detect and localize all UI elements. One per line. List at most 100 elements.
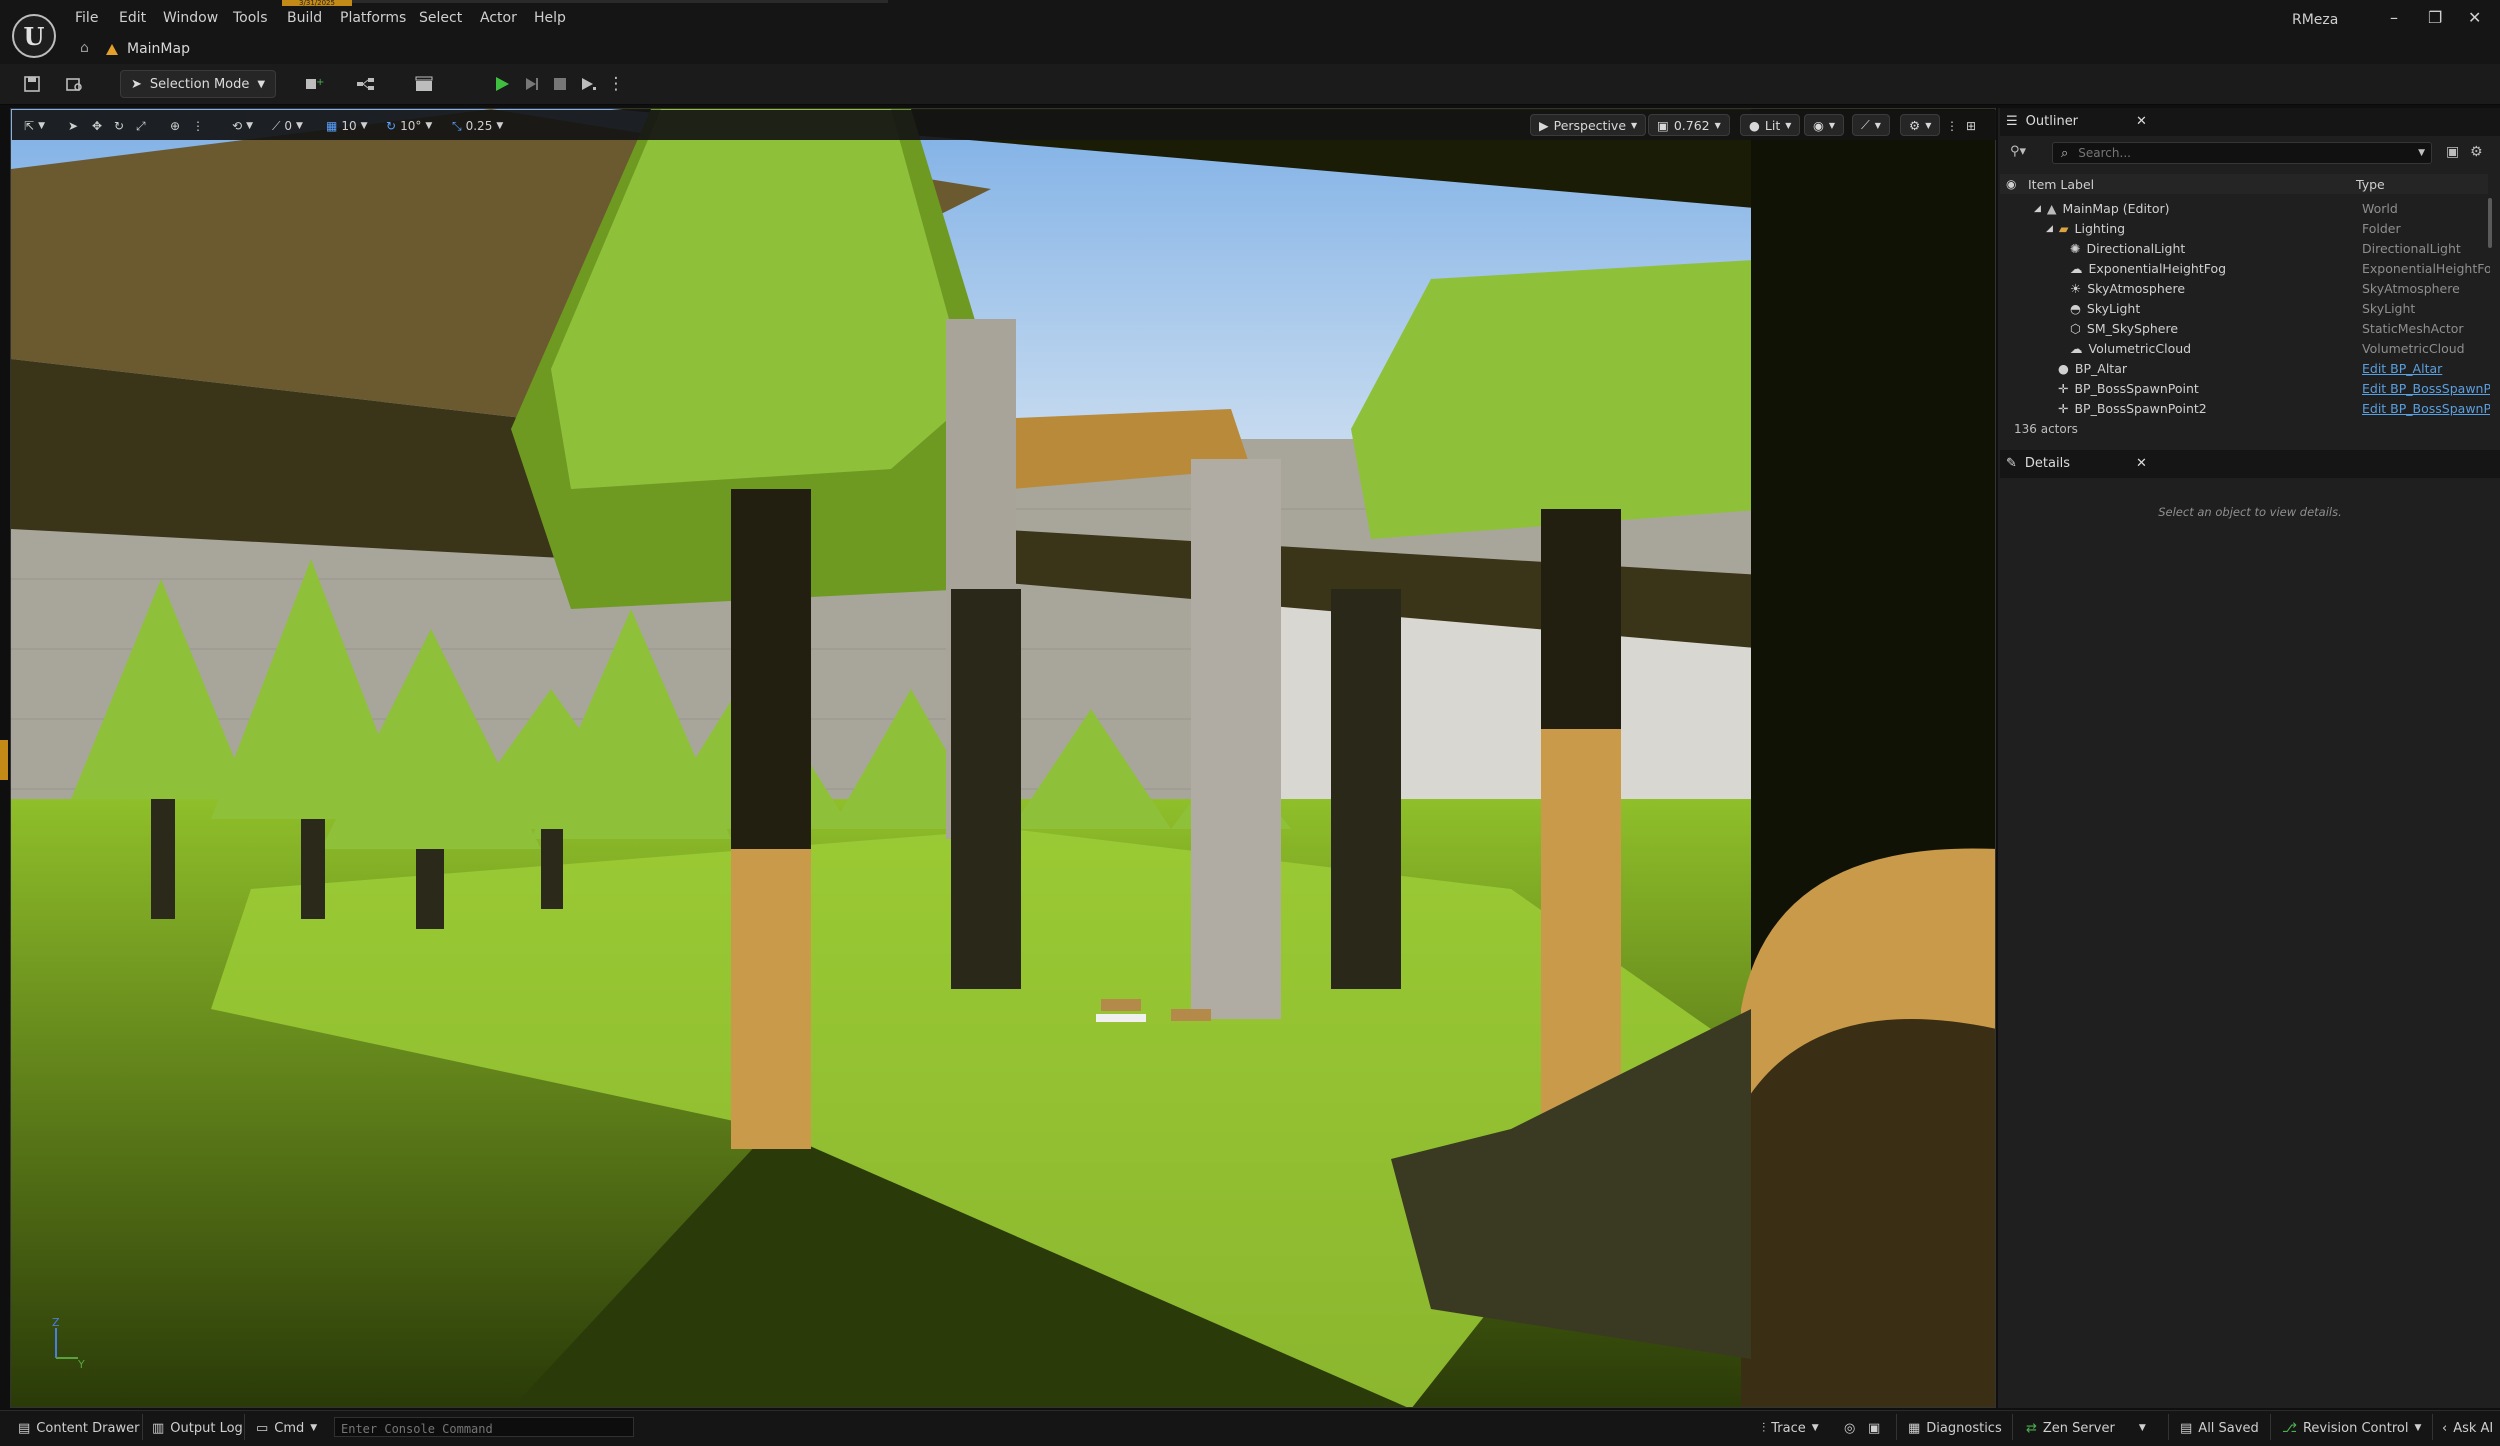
- outliner-settings-icon[interactable]: ⚙: [2470, 144, 2483, 160]
- step-icon[interactable]: [520, 72, 544, 96]
- world-space-icon[interactable]: ⊕: [170, 116, 180, 136]
- tab-details[interactable]: ✎ Details: [2006, 450, 2070, 476]
- more-options-icon[interactable]: ⋮: [604, 72, 628, 96]
- viewport-more-icon[interactable]: ⋮: [192, 116, 204, 136]
- save-status[interactable]: ▤ All Saved: [2180, 1418, 2259, 1438]
- outliner-row[interactable]: ✛ BP_BossSpawnPoint2 Edit BP_BossSpawnPoi…: [2000, 399, 2490, 419]
- console-command-field[interactable]: [334, 1417, 634, 1437]
- zen-server-dropdown[interactable]: ⇄ Zen Server ▼: [2026, 1418, 2146, 1438]
- axis-z-label: Z: [52, 1318, 60, 1329]
- tab-mainmap[interactable]: MainMap: [105, 36, 190, 62]
- edit-blueprint-link[interactable]: Edit BP_BossSpawnPoint: [2362, 401, 2490, 416]
- record-icon[interactable]: ◎: [1844, 1418, 1855, 1438]
- edit-blueprint-link[interactable]: Edit BP_Altar: [2362, 361, 2490, 376]
- blueprint-icon[interactable]: [354, 72, 378, 96]
- outliner-row[interactable]: ✺ DirectionalLight DirectionalLight: [2000, 239, 2488, 259]
- menu-help[interactable]: Help: [534, 10, 566, 26]
- menu-tools[interactable]: Tools: [233, 10, 268, 26]
- menu-actor[interactable]: Actor: [480, 10, 517, 26]
- menu-edit[interactable]: Edit: [119, 10, 146, 26]
- diagnostics-button[interactable]: ▦ Diagnostics: [1908, 1418, 2002, 1438]
- outliner-row[interactable]: ✛ BP_BossSpawnPoint Edit BP_BossSpawnPoin…: [2000, 379, 2490, 399]
- col-type[interactable]: Type: [2356, 177, 2385, 192]
- realtime-icon: ⟋: [1861, 117, 1870, 132]
- outliner-row[interactable]: ◓ SkyLight SkyLight: [2000, 299, 2488, 319]
- outliner-row[interactable]: ☁ VolumetricCloud VolumetricCloud: [2000, 339, 2488, 359]
- save-icon[interactable]: [20, 72, 44, 96]
- home-icon[interactable]: ⌂: [80, 40, 96, 56]
- rotation-snap-icon: ↻: [386, 119, 397, 133]
- content-browse-icon[interactable]: [62, 72, 86, 96]
- ask-ai-button[interactable]: ‹ Ask AI: [2442, 1418, 2493, 1438]
- add-actor-icon[interactable]: +: [302, 72, 326, 96]
- rotation-snap-toggle[interactable]: ↻ 10° ▼: [386, 116, 432, 136]
- layout-icon[interactable]: ⊞: [1966, 116, 1976, 136]
- filter-icon[interactable]: ⚲▾: [2010, 144, 2026, 159]
- transform-tools-dropdown[interactable]: ⇱ ▼: [24, 116, 45, 136]
- chevron-left-icon: ‹: [2442, 1420, 2448, 1436]
- menu-platforms[interactable]: Platforms: [340, 10, 406, 26]
- outliner-search-input[interactable]: [2076, 145, 2401, 161]
- col-item-label[interactable]: Item Label: [2028, 177, 2094, 192]
- menu-window[interactable]: Window: [163, 10, 218, 26]
- restore-button[interactable]: ❐: [2428, 8, 2442, 27]
- menu-select[interactable]: Select: [419, 10, 462, 26]
- user-name[interactable]: RMeza: [2292, 12, 2338, 28]
- show-flags-dropdown[interactable]: ◉ ▼: [1804, 114, 1845, 136]
- collapse-arrow-icon[interactable]: ◢: [2034, 204, 2041, 214]
- edit-blueprint-link[interactable]: Edit BP_BossSpawnPoint: [2362, 381, 2490, 396]
- outliner-close-icon[interactable]: ✕: [2136, 108, 2147, 134]
- output-log-button[interactable]: ▥ Output Log: [152, 1418, 243, 1438]
- unreal-logo-icon[interactable]: U: [12, 14, 56, 58]
- outliner-row[interactable]: ◢ ▲ MainMap (Editor) World: [2000, 199, 2488, 219]
- scene-render[interactable]: [11, 109, 1996, 1408]
- menu-file[interactable]: File: [75, 10, 98, 26]
- play-icon[interactable]: [490, 72, 514, 96]
- realtime-dropdown[interactable]: ⟋ ▼: [1852, 114, 1890, 136]
- actor-icon: ●: [2058, 361, 2069, 376]
- content-drawer-button[interactable]: ▤ Content Drawer: [18, 1418, 139, 1438]
- collapse-arrow-icon[interactable]: ◢: [2046, 224, 2053, 234]
- scale-snap-toggle[interactable]: ⤡ 0.25 ▼: [452, 116, 503, 136]
- outliner-icon: ☰: [2006, 113, 2018, 129]
- rotate-tool-icon[interactable]: ↻: [114, 116, 124, 136]
- outliner-row[interactable]: ⬡ SM_SkySphere StaticMeshActor: [2000, 319, 2488, 339]
- minimize-button[interactable]: –: [2390, 8, 2398, 27]
- translate-tool-icon[interactable]: ✥: [92, 116, 102, 136]
- tab-outliner[interactable]: ☰ Outliner: [2006, 108, 2078, 134]
- camera-speed-value: 0.762: [1673, 117, 1710, 133]
- level-viewport[interactable]: [10, 108, 1996, 1408]
- angle-snap-toggle[interactable]: ⟋ 0 ▼: [272, 116, 303, 136]
- selection-mode-dropdown[interactable]: ➤ Selection Mode ▼: [120, 70, 277, 98]
- scale-tool-icon[interactable]: ⤢: [136, 116, 146, 136]
- perspective-dropdown[interactable]: ▶ Perspective ▼: [1530, 114, 1647, 136]
- outliner-row[interactable]: ● BP_Altar Edit BP_Altar: [2000, 359, 2488, 379]
- row-label: SkyAtmosphere: [2087, 281, 2186, 296]
- launch-icon[interactable]: [576, 72, 600, 96]
- outliner-scrollbar[interactable]: [2488, 198, 2492, 248]
- select-tool-icon[interactable]: ➤: [68, 116, 78, 136]
- surface-snap-icon[interactable]: ⟲ ▼: [232, 116, 253, 136]
- view-mode-dropdown[interactable]: ● Lit ▼: [1740, 114, 1801, 136]
- stop-icon[interactable]: [548, 72, 572, 96]
- camera-speed-dropdown[interactable]: ▣ 0.762 ▼: [1648, 114, 1730, 136]
- viewport-options-icon[interactable]: ⋮: [1946, 116, 1958, 136]
- visibility-eye-icon[interactable]: ◉: [2006, 177, 2016, 191]
- details-close-icon[interactable]: ✕: [2136, 450, 2147, 476]
- outliner-row[interactable]: ☁ ExponentialHeightFog ExponentialHeightF…: [2000, 259, 2490, 279]
- console-command-input[interactable]: [335, 1421, 633, 1437]
- cinematics-icon[interactable]: [412, 72, 436, 96]
- screenshot-icon[interactable]: ▣: [1868, 1418, 1880, 1438]
- camera-icon: ▶: [1539, 117, 1549, 133]
- outliner-row[interactable]: ◢ ▰ Lighting Folder: [2000, 219, 2488, 239]
- outliner-row[interactable]: ☀ SkyAtmosphere SkyAtmosphere: [2000, 279, 2488, 299]
- revision-control-dropdown[interactable]: ⎇ Revision Control ▼: [2282, 1418, 2421, 1438]
- add-folder-icon[interactable]: ▣: [2446, 144, 2459, 160]
- grid-snap-toggle[interactable]: ▦ 10 ▼: [326, 116, 368, 136]
- menu-build[interactable]: Build: [287, 10, 322, 26]
- outliner-search[interactable]: ⌕ ▼: [2052, 142, 2432, 164]
- close-button[interactable]: ✕: [2468, 8, 2481, 27]
- trace-dropdown[interactable]: ⫶ Trace ▼: [1762, 1418, 1819, 1438]
- cmd-dropdown[interactable]: ▭ Cmd ▼: [256, 1418, 317, 1438]
- viewport-settings-dropdown[interactable]: ⚙ ▼: [1900, 114, 1941, 136]
